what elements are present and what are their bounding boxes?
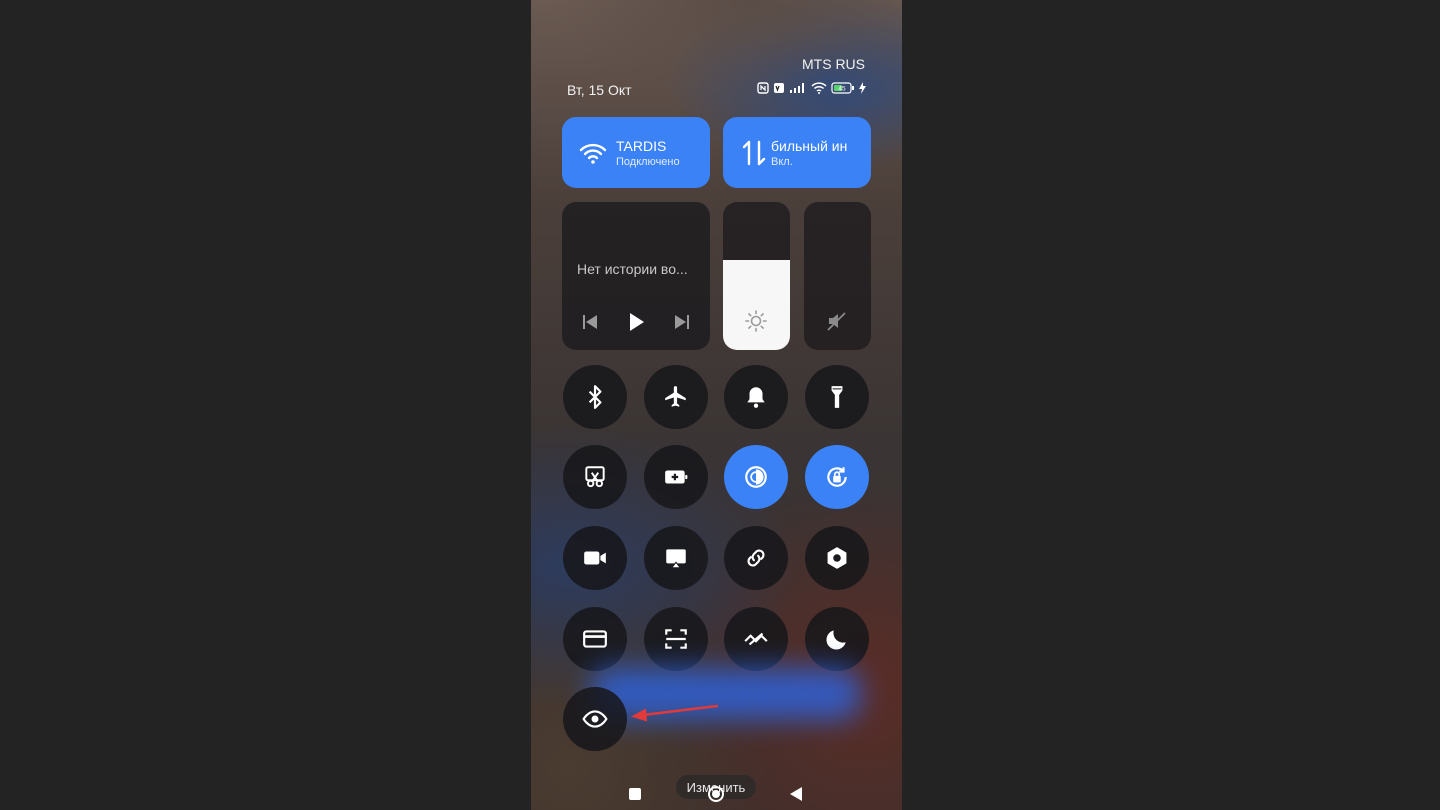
back-icon[interactable] bbox=[787, 784, 807, 804]
sun-icon bbox=[745, 310, 767, 332]
battery-icon: 45 bbox=[831, 82, 854, 94]
eye-comfort-toggle[interactable] bbox=[563, 687, 627, 751]
contrast-icon bbox=[745, 466, 767, 488]
battery-level: 45 bbox=[838, 86, 846, 93]
mobile-data-icon bbox=[742, 140, 766, 165]
wifi-status: Подключено bbox=[616, 155, 680, 168]
brightness-fill bbox=[723, 259, 790, 350]
bell-icon bbox=[747, 387, 765, 408]
card-icon bbox=[583, 630, 607, 648]
signal-icon bbox=[790, 83, 804, 93]
scissors-icon bbox=[585, 466, 605, 488]
rotation-lock-toggle[interactable] bbox=[805, 445, 869, 509]
wifi-status-icon bbox=[811, 82, 827, 94]
dark-mode-toggle[interactable] bbox=[805, 607, 869, 671]
volte-icon bbox=[774, 83, 784, 93]
battery-saver-toggle[interactable] bbox=[644, 445, 708, 509]
link-toggle[interactable] bbox=[724, 526, 788, 590]
scan-icon bbox=[665, 629, 687, 649]
bluetooth-icon bbox=[588, 385, 602, 409]
rotation-lock-icon bbox=[827, 467, 847, 487]
media-player[interactable]: Нет истории во... bbox=[562, 202, 710, 350]
sound-toggle[interactable] bbox=[724, 365, 788, 429]
settings-toggle[interactable] bbox=[805, 526, 869, 590]
home-icon[interactable] bbox=[706, 784, 726, 804]
data-saver-icon bbox=[744, 632, 768, 646]
airplane-toggle[interactable] bbox=[644, 365, 708, 429]
mobile-data-title: бильный ин bbox=[771, 137, 848, 154]
card-toggle[interactable] bbox=[563, 607, 627, 671]
flashlight-icon bbox=[831, 386, 843, 408]
video-camera-icon bbox=[584, 551, 606, 565]
cast-toggle[interactable] bbox=[644, 526, 708, 590]
mobile-data-tile[interactable]: бильный ин Вкл. bbox=[723, 117, 871, 188]
control-center: MTS RUS Вт, 15 Окт 45 TARDIS Подключено … bbox=[531, 0, 902, 810]
charging-icon bbox=[859, 82, 866, 94]
screenshot-toggle[interactable] bbox=[563, 445, 627, 509]
hexagon-settings-icon bbox=[827, 547, 847, 569]
scanner-toggle[interactable] bbox=[644, 607, 708, 671]
carrier-label: MTS RUS bbox=[802, 56, 865, 72]
mobile-data-status: Вкл. bbox=[771, 155, 793, 168]
airplane-icon bbox=[665, 386, 686, 407]
bluetooth-toggle[interactable] bbox=[563, 365, 627, 429]
brightness-slider[interactable] bbox=[723, 202, 790, 350]
data-saver-toggle[interactable] bbox=[724, 607, 788, 671]
moon-icon bbox=[826, 630, 846, 650]
recents-icon[interactable] bbox=[625, 784, 645, 804]
status-icons: 45 bbox=[757, 82, 866, 94]
eye-icon bbox=[582, 710, 608, 728]
screen-record-toggle[interactable] bbox=[563, 526, 627, 590]
volume-mute-icon bbox=[827, 312, 846, 331]
flashlight-toggle[interactable] bbox=[805, 365, 869, 429]
cast-icon bbox=[666, 549, 686, 569]
date-label: Вт, 15 Окт bbox=[567, 82, 632, 98]
previous-icon[interactable] bbox=[578, 310, 602, 334]
reading-mode-toggle[interactable] bbox=[724, 445, 788, 509]
volume-slider[interactable] bbox=[804, 202, 871, 350]
annotation-arrow-icon bbox=[631, 704, 719, 722]
wifi-network-name: TARDIS bbox=[616, 137, 667, 154]
link-icon bbox=[747, 549, 765, 567]
battery-plus-icon bbox=[665, 470, 688, 484]
wifi-icon bbox=[579, 143, 607, 164]
play-icon[interactable] bbox=[624, 310, 648, 334]
wifi-tile[interactable]: TARDIS Подключено bbox=[562, 117, 710, 188]
media-title: Нет истории во... bbox=[577, 261, 688, 277]
nfc-icon bbox=[757, 82, 769, 94]
next-icon[interactable] bbox=[670, 310, 694, 334]
